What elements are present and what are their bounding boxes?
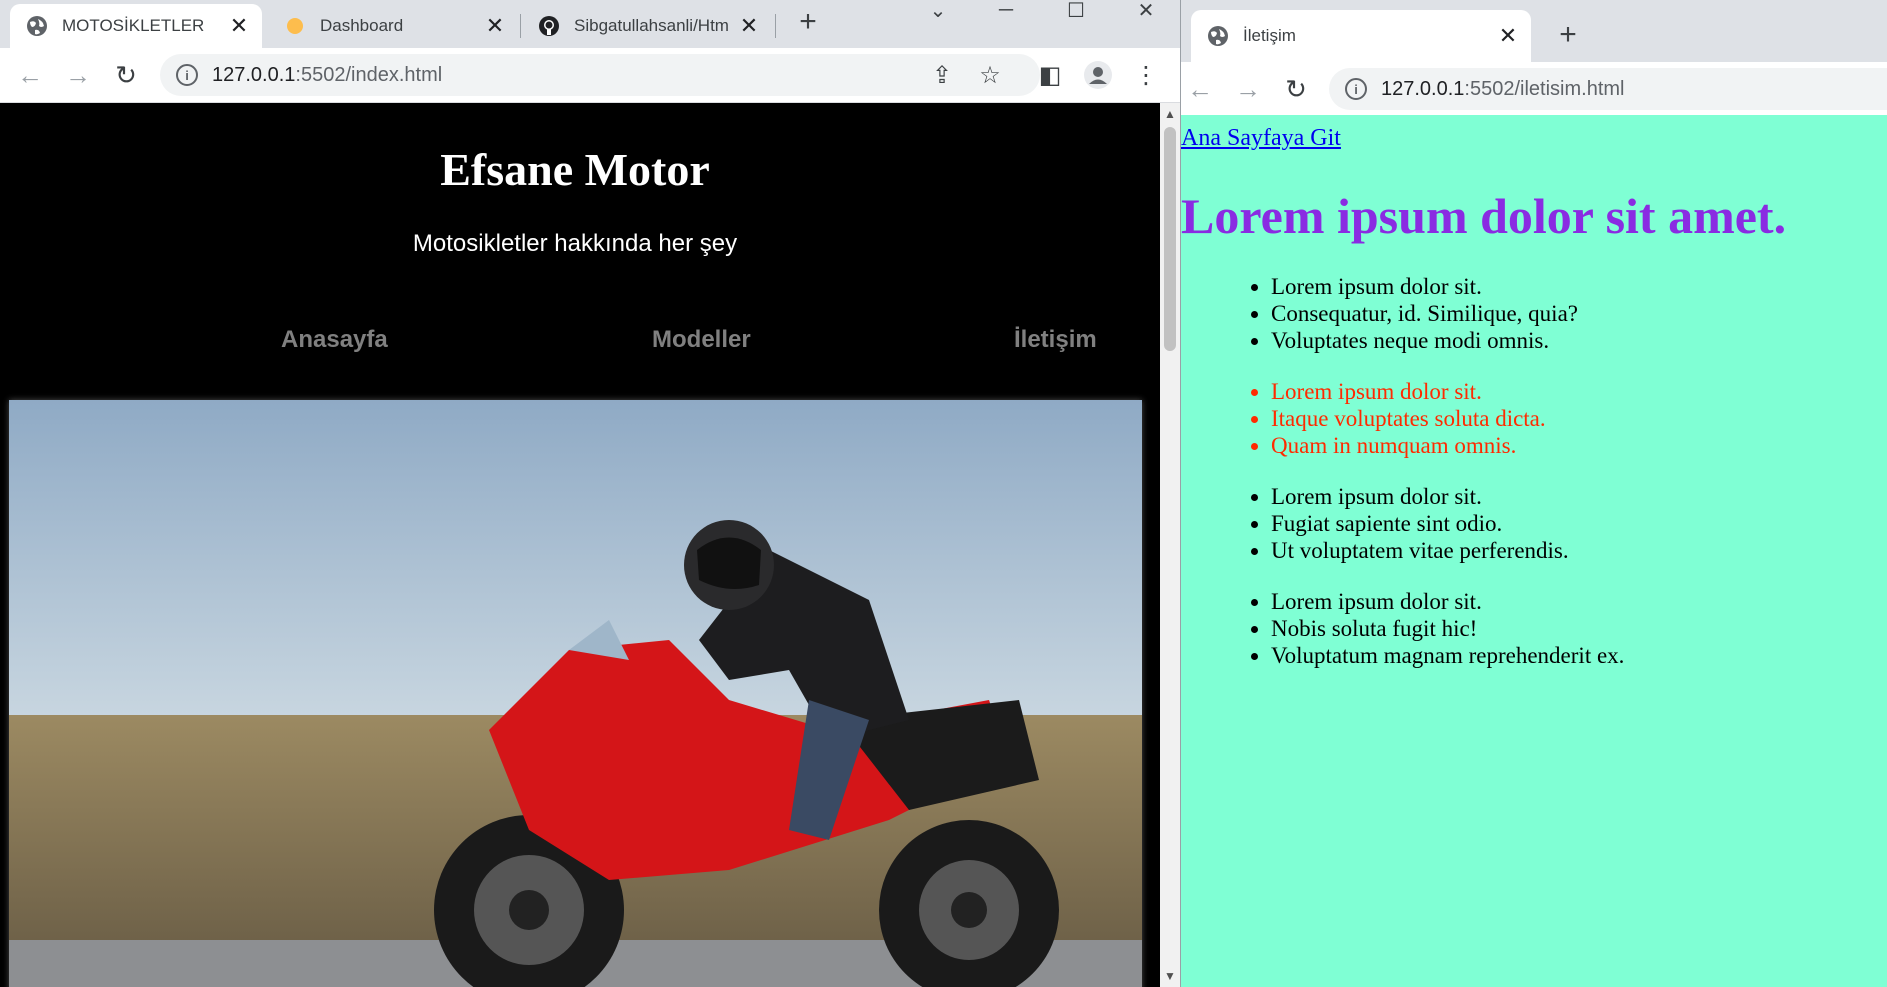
close-tab-icon[interactable]: ✕	[1497, 23, 1519, 48]
tab-title: Sibgatullahsanli/Htm	[574, 16, 729, 35]
list-4: Lorem ipsum dolor sit. Nobis soluta fugi…	[1181, 588, 1624, 669]
reload-icon[interactable]: ↻	[111, 60, 141, 90]
tab-title: İletişim	[1243, 26, 1296, 45]
nav-link-modeller[interactable]: Modeller	[652, 326, 751, 354]
list-2-red: Lorem ipsum dolor sit. Itaque voluptates…	[1181, 378, 1546, 459]
close-window-icon[interactable]: ✕	[1126, 0, 1166, 22]
scrollbar-thumb[interactable]	[1164, 127, 1176, 351]
tab-strip: MOTOSİKLETLER ✕ Dashboard ✕ Sibgatullahs…	[0, 0, 1180, 48]
hero-motorcycle-image	[9, 400, 1142, 987]
tab-motosikletler[interactable]: MOTOSİKLETLER ✕	[10, 4, 262, 48]
close-tab-icon[interactable]: ✕	[484, 13, 506, 38]
site-info-icon[interactable]: i	[1345, 78, 1367, 100]
bookmark-star-icon[interactable]: ☆	[975, 60, 1005, 90]
tab-title: Dashboard	[320, 16, 404, 35]
page-index: Efsane Motor Motosikletler hakkında her …	[0, 103, 1160, 987]
nav-link-anasayfa[interactable]: Anasayfa	[281, 326, 388, 354]
list-item: Ut voluptatem vitae perferendis.	[1271, 537, 1569, 564]
site-info-icon[interactable]: i	[176, 64, 198, 86]
tab-iletisim[interactable]: İletişim ✕	[1191, 10, 1531, 62]
list-item: Lorem ipsum dolor sit.	[1271, 378, 1546, 405]
list-item: Fugiat sapiente sint odio.	[1271, 510, 1569, 537]
tab-strip: İletişim ✕ +	[1181, 0, 1887, 62]
page-scrollbar[interactable]: ▲ ▼	[1160, 103, 1180, 987]
share-icon[interactable]: ⇪	[927, 60, 957, 90]
address-bar[interactable]: i 127.0.0.1:5502/index.html	[160, 54, 1040, 96]
tab-github[interactable]: Sibgatullahsanli/Htm ✕	[522, 4, 772, 48]
back-arrow-icon[interactable]: ←	[1185, 74, 1215, 104]
tab-dashboard[interactable]: Dashboard ✕	[268, 4, 518, 48]
page-heading: Lorem ipsum dolor sit amet.	[1181, 188, 1787, 244]
close-tab-icon[interactable]: ✕	[228, 13, 250, 38]
list-1: Lorem ipsum dolor sit. Consequatur, id. …	[1181, 273, 1578, 354]
url-path: :5502/iletisim.html	[1464, 77, 1625, 100]
globe-icon	[1208, 26, 1228, 46]
tab-separator	[775, 14, 776, 38]
list-item: Nobis soluta fugit hic!	[1271, 615, 1624, 642]
github-icon	[539, 16, 559, 36]
close-tab-icon[interactable]: ✕	[738, 13, 760, 38]
dashboard-favicon-icon	[287, 18, 303, 34]
nav-link-iletisim[interactable]: İletişim	[1014, 326, 1097, 354]
home-link[interactable]: Ana Sayfaya Git	[1181, 125, 1341, 152]
browser-window-right: İletişim ✕ + ← → ↻ i 127.0.0.1:5502/ilet…	[1180, 0, 1887, 987]
url-host: 127.0.0.1	[1381, 77, 1465, 100]
scroll-down-arrow-icon[interactable]: ▼	[1164, 969, 1176, 983]
toolbar: ← → ↻ i 127.0.0.1:5502/index.html ⇪ ☆ ◧ …	[0, 48, 1180, 103]
site-subtitle: Motosikletler hakkında her şey	[412, 230, 738, 257]
forward-arrow-icon[interactable]: →	[63, 60, 93, 90]
list-item: Lorem ipsum dolor sit.	[1271, 273, 1578, 300]
list-item: Voluptates neque modi omnis.	[1271, 327, 1578, 354]
tab-search-chevron-icon[interactable]: ⌄	[918, 0, 958, 22]
url-host: 127.0.0.1	[212, 63, 296, 86]
tab-title: MOTOSİKLETLER	[62, 16, 205, 35]
forward-arrow-icon[interactable]: →	[1233, 74, 1263, 104]
list-item: Lorem ipsum dolor sit.	[1271, 483, 1569, 510]
list-item: Lorem ipsum dolor sit.	[1271, 588, 1624, 615]
url-path: :5502/index.html	[295, 63, 443, 86]
maximize-icon[interactable]: ☐	[1056, 0, 1096, 22]
globe-icon	[27, 16, 47, 36]
list-item: Voluptatum magnam reprehenderit ex.	[1271, 642, 1624, 669]
toolbar: ← → ↻ i 127.0.0.1:5502/iletisim.html	[1181, 62, 1887, 116]
browser-window-left: MOTOSİKLETLER ✕ Dashboard ✕ Sibgatullahs…	[0, 0, 1180, 987]
tab-separator	[520, 14, 521, 38]
address-bar[interactable]: i 127.0.0.1:5502/iletisim.html	[1329, 68, 1887, 110]
side-panel-icon[interactable]: ◧	[1035, 60, 1065, 90]
list-item: Consequatur, id. Similique, quia?	[1271, 300, 1578, 327]
scroll-up-arrow-icon[interactable]: ▲	[1164, 107, 1176, 121]
page-iletisim: Ana Sayfaya Git Lorem ipsum dolor sit am…	[1181, 115, 1887, 987]
menu-dots-icon[interactable]: ⋮	[1131, 60, 1161, 90]
list-item: Itaque voluptates soluta dicta.	[1271, 405, 1546, 432]
list-item: Quam in numquam omnis.	[1271, 432, 1546, 459]
back-arrow-icon[interactable]: ←	[15, 60, 45, 90]
list-3: Lorem ipsum dolor sit. Fugiat sapiente s…	[1181, 483, 1569, 564]
reload-icon[interactable]: ↻	[1281, 74, 1311, 104]
site-title: Efsane Motor	[440, 144, 710, 195]
new-tab-icon[interactable]: +	[791, 5, 825, 39]
profile-avatar-icon[interactable]	[1083, 60, 1113, 90]
minimize-icon[interactable]: ─	[986, 0, 1026, 21]
new-tab-icon[interactable]: +	[1551, 18, 1585, 52]
